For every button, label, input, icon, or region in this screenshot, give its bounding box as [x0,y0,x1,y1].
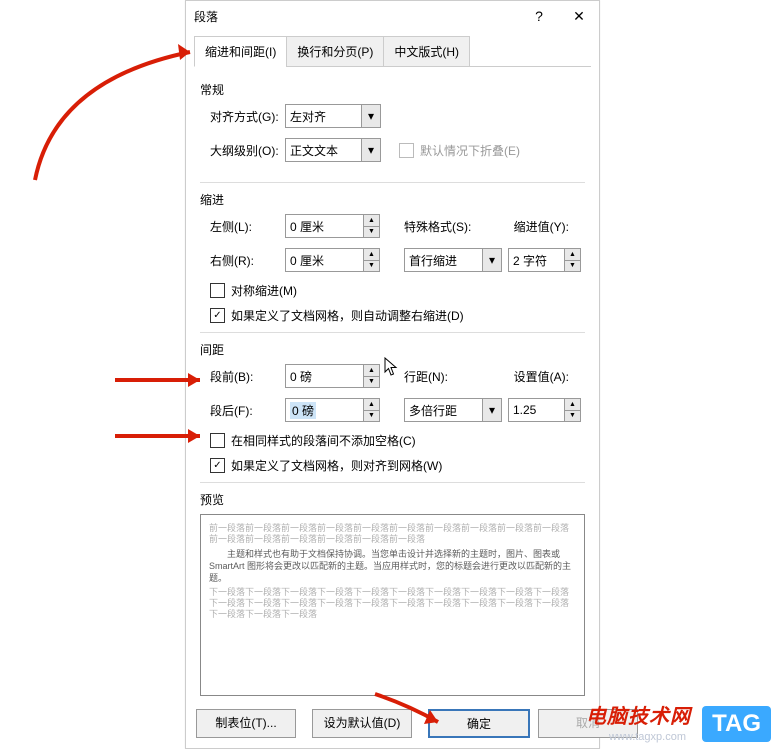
spinner-value: 0 厘米 [290,218,324,235]
chevron-down-icon: ▾ [361,139,380,161]
spinner-value: 0 磅 [290,368,312,385]
alignment-dropdown[interactable]: 左对齐 ▾ [285,104,381,128]
indent-left-spinner[interactable]: 0 厘米 ▲ ▼ [285,214,380,238]
chevron-down-icon[interactable]: ▼ [565,261,580,272]
snap-grid-label: 如果定义了文档网格，则对齐到网格(W) [231,457,442,474]
spinner-value: 1.25 [513,403,536,417]
section-general-heading: 常规 [200,81,585,98]
tag-badge: TAG [702,706,771,742]
collapsed-label: 默认情况下折叠(E) [420,142,520,159]
help-button[interactable]: ? [519,1,559,31]
mirror-indent-label: 对称缩进(M) [231,282,297,299]
outline-dropdown[interactable]: 正文文本 ▾ [285,138,381,162]
close-button[interactable]: ✕ [559,1,599,31]
tabstops-button[interactable]: 制表位(T)... [196,709,296,738]
chevron-up-icon[interactable]: ▲ [364,399,379,411]
chevron-down-icon: ▾ [482,249,501,271]
button-label: 制表位(T)... [215,716,276,730]
tab-indent-spacing[interactable]: 缩进和间距(I) [194,36,287,67]
indent-right-label: 右侧(R): [210,252,285,269]
tab-label: 缩进和间距(I) [205,45,276,59]
dropdown-value: 正文文本 [290,142,338,159]
spinner-value: 2 字符 [513,252,547,269]
tab-label: 中文版式(H) [394,45,459,59]
spinner-icon: ▲ ▼ [363,215,379,237]
brand-url: www.tagxp.com [609,731,686,743]
special-label: 特殊格式(S): [404,218,504,235]
dropdown-value: 多倍行距 [409,402,457,419]
tab-bar: 缩进和间距(I) 换行和分页(P) 中文版式(H) [194,35,591,67]
tab-asian-typography[interactable]: 中文版式(H) [383,36,470,67]
tab-line-page-breaks[interactable]: 换行和分页(P) [286,36,384,67]
brand-watermark: 电脑技术网 [586,700,691,729]
dropdown-value: 左对齐 [290,108,326,125]
dialog-body: 常规 对齐方式(G): 左对齐 ▾ 大纲级别(O): 正文文本 ▾ 默认情况下折… [186,67,599,706]
set-default-button[interactable]: 设为默认值(D) [312,709,412,738]
chevron-up-icon[interactable]: ▲ [364,365,379,377]
after-spinner[interactable]: 0 磅 ▲ ▼ [285,398,380,422]
preview-before-text: 前一段落前一段落前一段落前一段落前一段落前一段落前一段落前一段落前一段落前一段落… [209,523,576,545]
indent-right-spinner[interactable]: 0 厘米 ▲ ▼ [285,248,380,272]
preview-pane: 前一段落前一段落前一段落前一段落前一段落前一段落前一段落前一段落前一段落前一段落… [200,514,585,696]
tab-label: 换行和分页(P) [297,45,373,59]
titlebar: 段落 ? ✕ [186,1,599,31]
preview-body-text: 主题和样式也有助于文档保持协调。当您单击设计并选择新的主题时，图片、图表或 Sm… [209,548,576,584]
spinner-icon: ▲ ▼ [363,249,379,271]
chevron-down-icon: ▾ [482,399,501,421]
collapsed-checkbox [399,143,414,158]
section-indent-heading: 缩进 [200,191,585,208]
at-spinner[interactable]: 1.25 ▲ ▼ [508,398,581,422]
spinner-icon: ▲ ▼ [564,399,580,421]
indent-by-spinner[interactable]: 2 字符 ▲ ▼ [508,248,581,272]
outline-label: 大纲级别(O): [210,142,285,159]
chevron-down-icon[interactable]: ▼ [364,261,379,272]
at-label: 设置值(A): [504,368,573,385]
by-label: 缩进值(Y): [504,218,573,235]
no-extra-space-label: 在相同样式的段落间不添加空格(C) [231,432,416,449]
spinner-icon: ▲ ▼ [363,399,379,421]
section-preview-heading: 预览 [200,491,585,508]
before-spinner[interactable]: 0 磅 ▲ ▼ [285,364,380,388]
chevron-up-icon[interactable]: ▲ [364,249,379,261]
divider [200,332,585,333]
dropdown-value: 首行缩进 [409,252,457,269]
chevron-up-icon[interactable]: ▲ [364,215,379,227]
spinner-icon: ▲ ▼ [564,249,580,271]
no-extra-space-checkbox[interactable] [210,433,225,448]
linespacing-label: 行距(N): [404,368,504,385]
chevron-down-icon[interactable]: ▼ [565,411,580,422]
mirror-indent-checkbox[interactable] [210,283,225,298]
spinner-value: 0 厘米 [290,252,324,269]
divider [200,182,585,183]
alignment-label: 对齐方式(G): [210,108,285,125]
spinner-icon: ▲ ▼ [363,365,379,387]
button-label: 确定 [467,717,491,731]
button-bar: 制表位(T)... 设为默认值(D) 确定 取消 [196,709,589,738]
chevron-up-icon[interactable]: ▲ [565,249,580,261]
linespacing-dropdown[interactable]: 多倍行距 ▾ [404,398,502,422]
section-spacing-heading: 间距 [200,341,585,358]
after-label: 段后(F): [210,402,285,419]
auto-adjust-checkbox[interactable]: ✓ [210,308,225,323]
spinner-value: 0 磅 [290,402,316,419]
chevron-down-icon[interactable]: ▼ [364,227,379,238]
special-dropdown[interactable]: 首行缩进 ▾ [404,248,502,272]
chevron-down-icon[interactable]: ▼ [364,411,379,422]
divider [200,482,585,483]
before-label: 段前(B): [210,368,285,385]
button-label: 设为默认值(D) [324,716,401,730]
dialog-title: 段落 [194,8,519,25]
preview-after-text: 下一段落下一段落下一段落下一段落下一段落下一段落下一段落下一段落下一段落下一段落… [209,587,576,619]
paragraph-dialog: 段落 ? ✕ 缩进和间距(I) 换行和分页(P) 中文版式(H) 常规 对齐方式… [185,0,600,749]
indent-left-label: 左侧(L): [210,218,285,235]
auto-adjust-label: 如果定义了文档网格，则自动调整右缩进(D) [231,307,464,324]
chevron-down-icon: ▾ [361,105,380,127]
ok-button[interactable]: 确定 [428,709,530,738]
chevron-down-icon[interactable]: ▼ [364,377,379,388]
snap-grid-checkbox[interactable]: ✓ [210,458,225,473]
chevron-up-icon[interactable]: ▲ [565,399,580,411]
